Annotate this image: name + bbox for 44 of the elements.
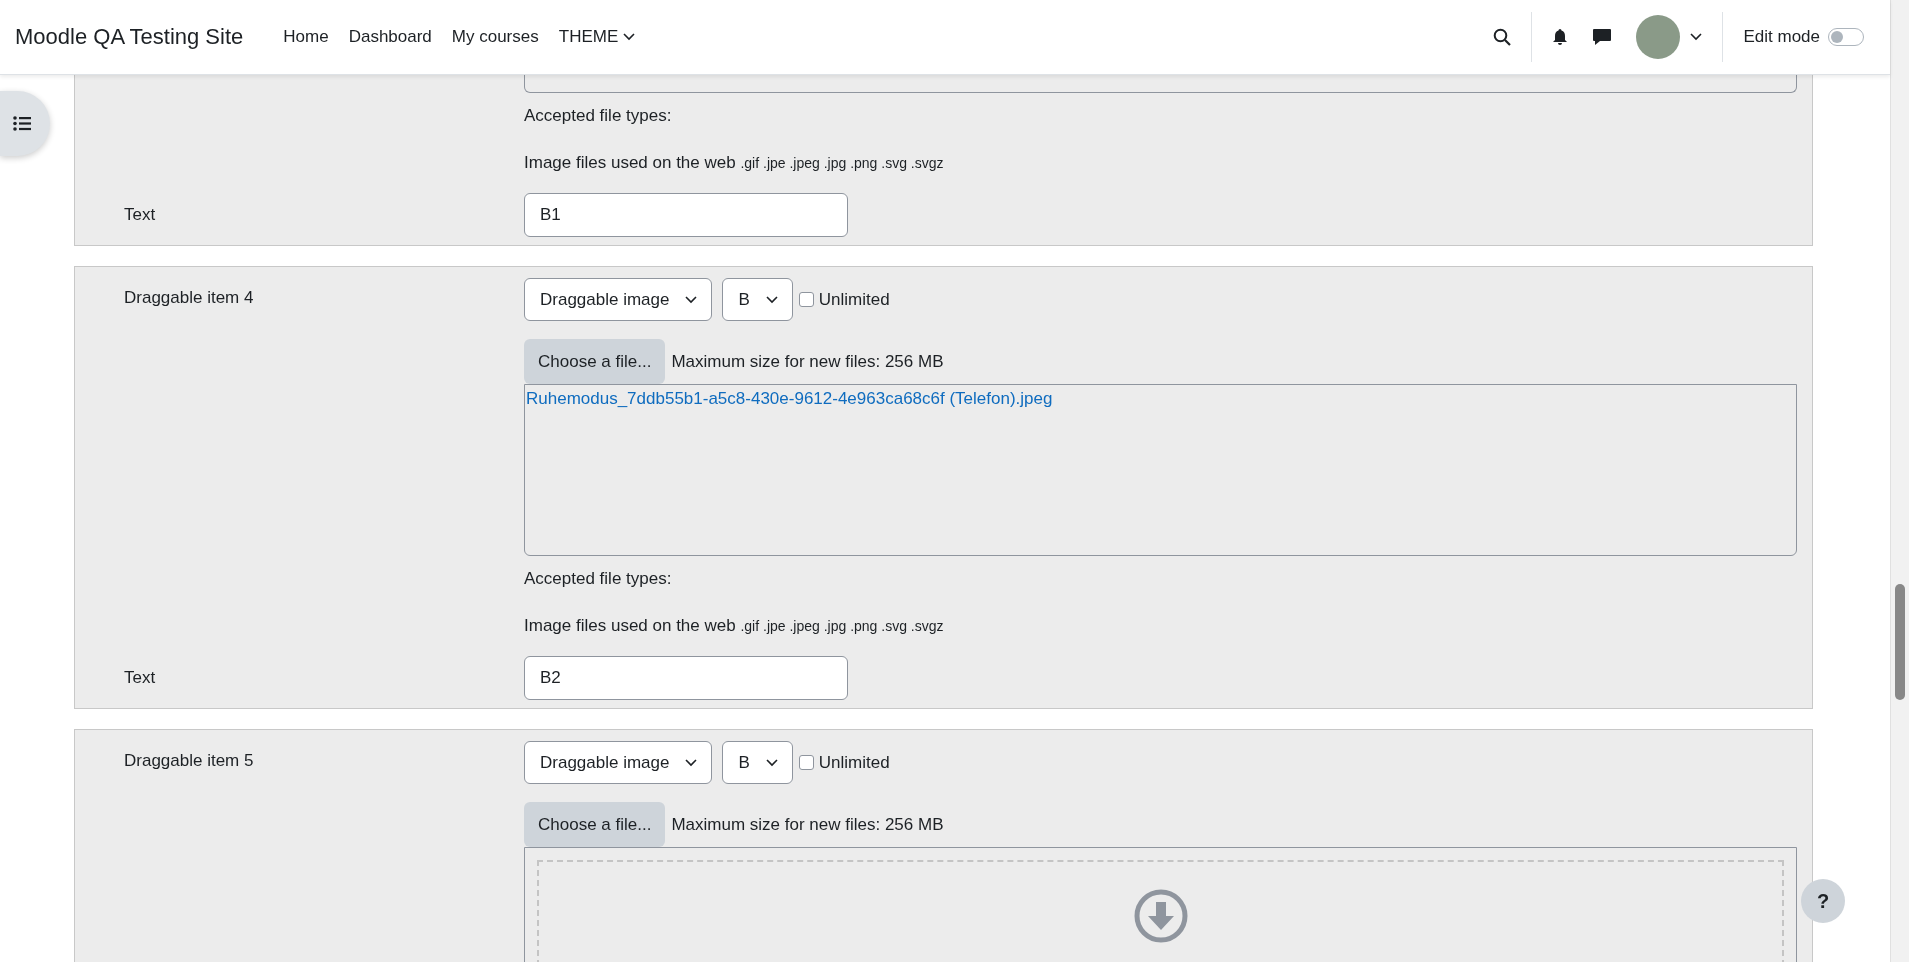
scrollbar[interactable] xyxy=(1890,0,1909,962)
unlimited-checkbox[interactable] xyxy=(798,292,814,307)
file-link[interactable]: Ruhemodus_7ddb55b1-a5c8-430e-9612-4e963ca68c6f (Telefon).jpeg xyxy=(526,389,1053,408)
type-select[interactable]: Draggable image xyxy=(524,278,713,321)
max-size-text: Maximum size for new files: 256 MB xyxy=(671,351,944,372)
text-input[interactable]: B2 xyxy=(524,656,848,700)
help-button[interactable]: ? xyxy=(1801,879,1845,923)
nav-link[interactable]: Home xyxy=(273,19,339,55)
nav-link[interactable]: Dashboard xyxy=(338,19,442,55)
checkbox-label: Unlimited xyxy=(818,752,890,773)
chevron-down-icon xyxy=(685,295,698,304)
accepted-types-text: Image files used on the web .gif .jpe .jpeg .jpg .png .svg .svgz xyxy=(524,153,944,173)
text-input[interactable]: B1 xyxy=(524,193,848,237)
choose-file-button[interactable]: Choose a file... xyxy=(524,802,666,847)
chevron-down-icon xyxy=(623,33,636,41)
field-label: Text xyxy=(123,668,157,688)
accepted-types-text: Image files used on the web .gif .jpe .jpeg .jpg .png .svg .svgz xyxy=(524,616,944,636)
group-select[interactable]: B xyxy=(722,278,793,321)
checkbox-label: Unlimited xyxy=(818,289,890,310)
chevron-down-icon xyxy=(1690,33,1703,41)
max-size-text: Maximum size for new files: 256 MB xyxy=(671,814,944,835)
chevron-down-icon xyxy=(765,295,778,304)
choose-file-button[interactable]: Choose a file... xyxy=(524,339,666,384)
accepted-types-label: Accepted file types: xyxy=(524,105,673,127)
field-label: Text xyxy=(123,205,157,225)
edit-mode-label: Edit mode xyxy=(1743,27,1820,47)
group-select[interactable]: B xyxy=(722,741,793,784)
type-select[interactable]: Draggable image xyxy=(524,741,713,784)
search-icon[interactable] xyxy=(1493,28,1512,46)
site-name[interactable]: Moodle QA Testing Site xyxy=(15,24,244,50)
unlimited-checkbox[interactable] xyxy=(798,755,814,770)
chevron-down-icon xyxy=(765,758,778,767)
edit-mode-switch[interactable] xyxy=(1828,28,1864,46)
bell-icon[interactable] xyxy=(1552,28,1569,46)
chat-bubble-icon[interactable] xyxy=(1592,28,1613,46)
nav-link[interactable]: My courses xyxy=(441,19,549,55)
accepted-types-label: Accepted file types: xyxy=(524,568,673,590)
nav-link[interactable]: THEME xyxy=(548,19,646,55)
field-label: Draggable item 5 xyxy=(123,750,255,772)
course-index-button[interactable] xyxy=(0,91,50,156)
chevron-down-icon xyxy=(685,758,698,767)
list-icon xyxy=(13,116,31,131)
user-avatar[interactable] xyxy=(1636,15,1681,59)
field-label: Draggable item 4 xyxy=(123,287,255,309)
